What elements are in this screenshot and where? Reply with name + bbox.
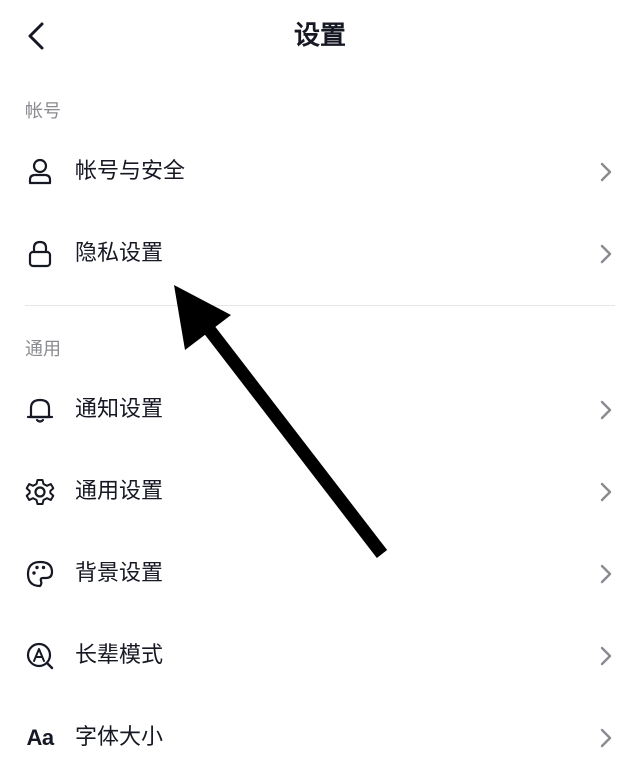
chevron-right-icon <box>594 160 618 184</box>
chevron-right-icon <box>594 644 618 668</box>
settings-row-label: 通知设置 <box>75 397 164 422</box>
bell-icon <box>22 392 58 428</box>
settings-row-elder-mode[interactable]: 长辈模式 <box>0 624 640 688</box>
chevron-right-icon <box>594 480 618 504</box>
section-label-account: 帐号 <box>25 101 61 122</box>
settings-row-label: 隐私设置 <box>75 241 164 266</box>
settings-row-label: 帐号与安全 <box>75 159 186 184</box>
palette-icon <box>22 556 58 592</box>
settings-row-font-size[interactable]: Aa 字体大小 <box>0 706 640 770</box>
section-divider <box>25 305 615 306</box>
settings-row-notifications[interactable]: 通知设置 <box>0 378 640 442</box>
chevron-right-icon <box>594 562 618 586</box>
page-title: 设置 <box>293 21 346 51</box>
settings-row-background[interactable]: 背景设置 <box>0 542 640 606</box>
settings-row-label: 长辈模式 <box>75 643 164 668</box>
gear-icon <box>22 474 58 510</box>
settings-row-label: 字体大小 <box>75 725 164 750</box>
chevron-right-icon <box>594 242 618 266</box>
chevron-right-icon <box>594 726 618 750</box>
elder-mode-icon <box>22 638 58 674</box>
font-size-icon: Aa <box>26 725 54 750</box>
settings-row-privacy[interactable]: 隐私设置 <box>0 222 640 286</box>
user-icon <box>22 154 58 190</box>
settings-row-account-security[interactable]: 帐号与安全 <box>0 140 640 204</box>
settings-row-label: 通用设置 <box>75 479 164 504</box>
lock-icon <box>22 236 58 272</box>
header: 设置 <box>0 0 640 72</box>
settings-row-general[interactable]: 通用设置 <box>0 460 640 524</box>
settings-row-label: 背景设置 <box>75 561 164 586</box>
section-label-general: 通用 <box>25 339 61 360</box>
chevron-right-icon <box>594 398 618 422</box>
